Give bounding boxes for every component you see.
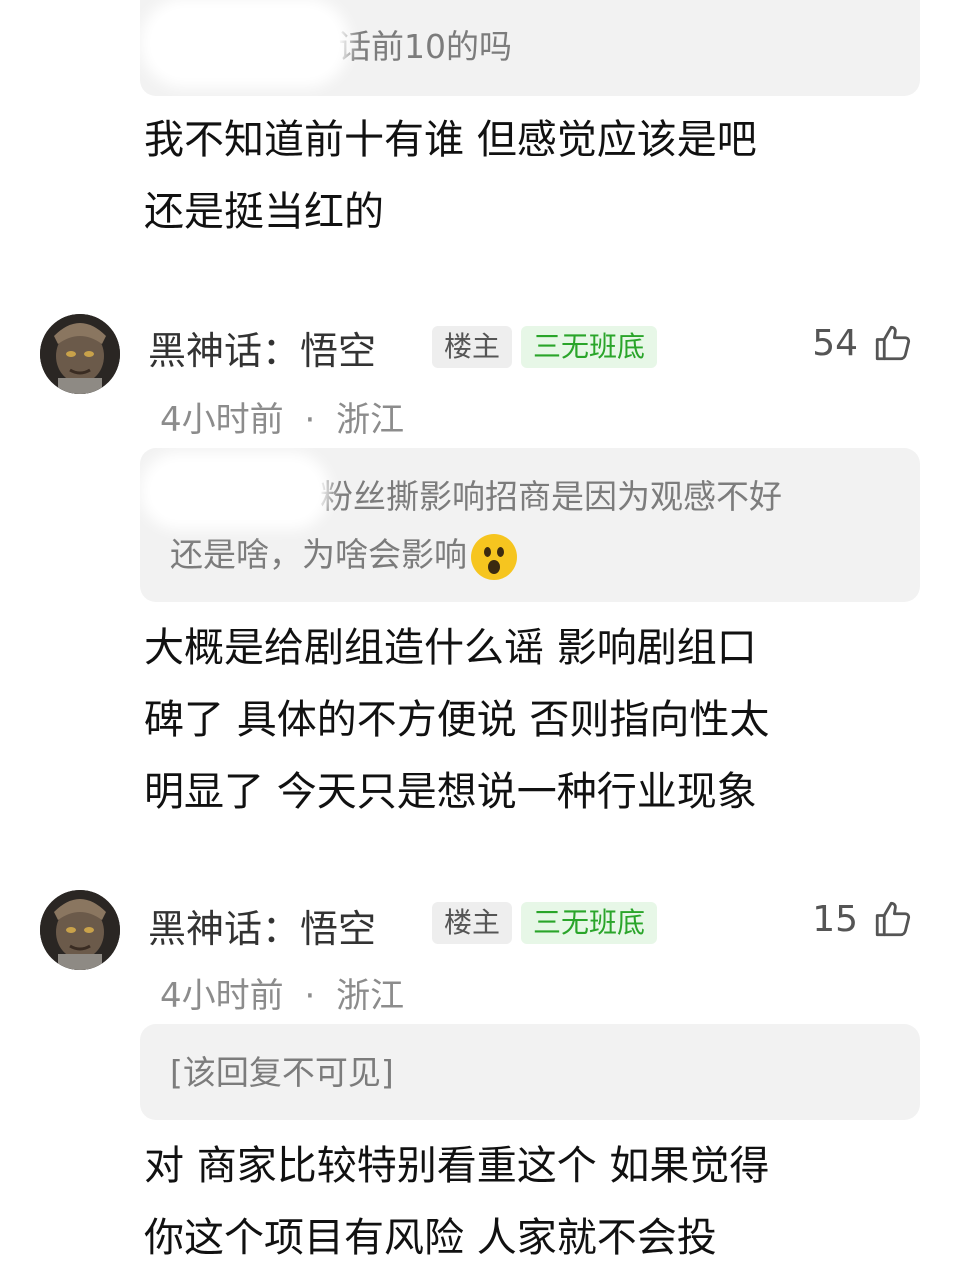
quoted-text-line-2: 还是啥，为啥会影响 (170, 535, 467, 574)
reply-line: 明显了 今天只是想说一种行业现象 (144, 769, 757, 815)
meta-separator: · (304, 976, 316, 1016)
owner-badge: 楼主 (432, 326, 513, 368)
reply-body-1: 我不知道前十有谁 但感觉应该是吧 还是挺当红的 (144, 104, 924, 248)
reply-line: 碑了 具体的不方便说 否则指向性太 (144, 697, 770, 743)
user-avatar[interactable] (40, 890, 120, 970)
comment-meta: 4小时前 · 浙江 (160, 968, 404, 1017)
thumbs-up-icon (875, 325, 911, 361)
quoted-text-line: 还是啥，为啥会影响 (170, 526, 890, 584)
privacy-mask (150, 8, 340, 78)
reply-line: 大概是给剧组造什么谣 影响剧组口 (144, 625, 757, 671)
fan-badge[interactable]: 三无班底 (521, 326, 658, 368)
astonished-face-icon (471, 533, 517, 580)
owner-badge: 楼主 (432, 902, 513, 944)
like-button[interactable]: 15 (812, 898, 914, 940)
user-avatar[interactable] (40, 314, 120, 394)
reply-line: 你这个项目有风险 人家就不会投 (144, 1215, 717, 1261)
top-quote-text: 话前10的吗 (338, 27, 512, 66)
comment-meta: 4小时前 · 浙江 (160, 392, 404, 441)
username[interactable]: 黑神话：悟空 (148, 320, 376, 375)
like-count: 15 (812, 898, 858, 940)
reply-line: 还是挺当红的 (144, 189, 384, 235)
meta-separator: · (304, 400, 316, 440)
username[interactable]: 黑神话：悟空 (148, 898, 376, 953)
quoted-reply-box[interactable]: [该回复不可见] (140, 1024, 920, 1120)
comment-time: 4小时前 (160, 400, 284, 440)
like-button[interactable]: 54 (812, 322, 914, 364)
comment-location: 浙江 (336, 400, 405, 440)
comment-location: 浙江 (336, 976, 405, 1016)
like-count: 54 (812, 322, 858, 364)
fan-badge[interactable]: 三无班底 (521, 902, 658, 944)
reply-line: 我不知道前十有谁 但感觉应该是吧 (144, 117, 757, 163)
hidden-reply-text: [该回复不可见] (170, 1053, 394, 1092)
reply-line: 对 商家比较特别看重这个 如果觉得 (144, 1143, 770, 1189)
comment-time: 4小时前 (160, 976, 284, 1016)
reply-body-2: 大概是给剧组造什么谣 影响剧组口 碑了 具体的不方便说 否则指向性太 明显了 今… (144, 612, 924, 828)
privacy-mask (150, 462, 320, 520)
reply-body-3: 对 商家比较特别看重这个 如果觉得 你这个项目有风险 人家就不会投 (144, 1130, 924, 1274)
thumbs-up-icon (875, 901, 911, 937)
